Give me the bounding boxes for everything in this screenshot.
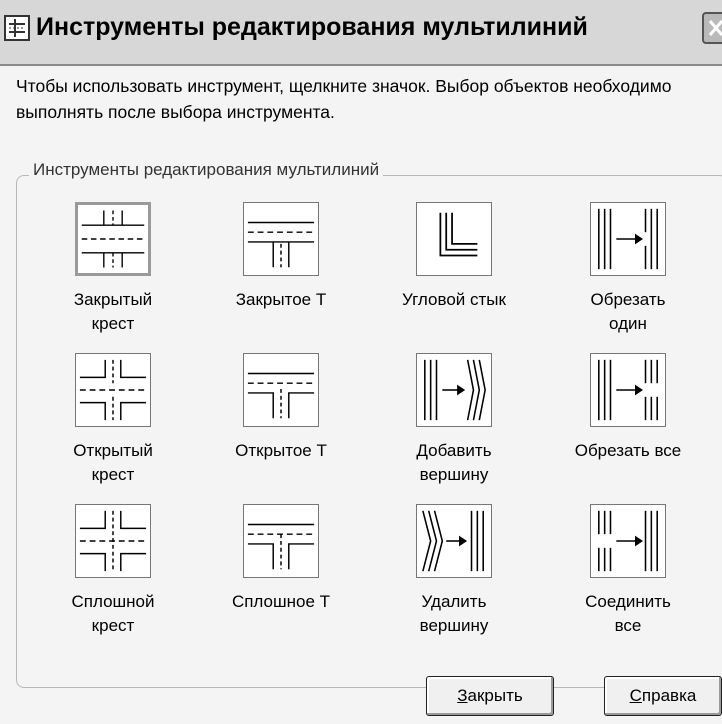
window-title: Инструменты редактирования мультилиний bbox=[36, 13, 588, 41]
tool-label: Обрезать один bbox=[590, 290, 666, 333]
tool-corner-joint[interactable]: Угловой стык bbox=[366, 202, 542, 352]
group-label: Инструменты редактирования мультилиний bbox=[29, 160, 384, 180]
merged-tee-icon bbox=[243, 504, 319, 578]
corner-joint-icon bbox=[416, 202, 492, 276]
tool-add-vertex[interactable]: Добавить вершину bbox=[366, 353, 542, 503]
tool-label: Сплошное Т bbox=[231, 592, 331, 611]
tool-label: Соединить все bbox=[585, 592, 671, 635]
cut-all-icon bbox=[590, 353, 666, 427]
close-dialog-button[interactable]: Закрыть bbox=[426, 676, 554, 716]
tool-weld-all[interactable]: Соединить все bbox=[540, 504, 716, 654]
mline-edit-dialog: Инструменты редактирования мультилиний Ч… bbox=[0, 0, 722, 724]
tool-cut-single[interactable]: Обрезать один bbox=[540, 202, 716, 352]
tool-open-cross[interactable]: Открытый крест bbox=[25, 353, 201, 503]
app-icon bbox=[4, 15, 30, 41]
tool-cut-all[interactable]: Обрезать все bbox=[540, 353, 716, 503]
tool-label: Угловой стык bbox=[402, 290, 506, 309]
tool-closed-cross[interactable]: Закрытый крест bbox=[25, 202, 201, 352]
closed-cross-icon bbox=[75, 202, 151, 276]
tool-merged-tee[interactable]: Сплошное Т bbox=[193, 504, 369, 654]
tool-label: Закрытое Т bbox=[235, 290, 327, 309]
tool-label: Добавить вершину bbox=[416, 441, 492, 484]
tool-label: Открытый крест bbox=[73, 441, 153, 484]
tool-label: Закрытый крест bbox=[73, 290, 153, 333]
delete-vertex-icon bbox=[416, 504, 492, 578]
instructions-text: Чтобы использовать инструмент, щелкните … bbox=[16, 76, 672, 122]
closed-tee-icon bbox=[243, 202, 319, 276]
tool-label: Открытое Т bbox=[235, 441, 327, 460]
tool-label: Сплошной крест bbox=[71, 592, 155, 635]
tool-label: Обрезать все bbox=[574, 441, 682, 460]
tool-merged-cross[interactable]: Сплошной крест bbox=[25, 504, 201, 654]
add-vertex-icon bbox=[416, 353, 492, 427]
close-icon bbox=[708, 20, 722, 36]
title-bar[interactable]: Инструменты редактирования мультилиний bbox=[0, 0, 722, 66]
cut-single-icon bbox=[590, 202, 666, 276]
merged-cross-icon bbox=[75, 504, 151, 578]
weld-all-icon bbox=[590, 504, 666, 578]
tool-delete-vertex[interactable]: Удалить вершину bbox=[366, 504, 542, 654]
help-button[interactable]: Справка bbox=[604, 676, 722, 716]
open-tee-icon bbox=[243, 353, 319, 427]
tool-open-tee[interactable]: Открытое Т bbox=[193, 353, 369, 503]
close-button[interactable] bbox=[702, 12, 722, 44]
tool-label: Удалить вершину bbox=[419, 592, 489, 635]
tool-closed-tee[interactable]: Закрытое Т bbox=[193, 202, 369, 352]
open-cross-icon bbox=[75, 353, 151, 427]
